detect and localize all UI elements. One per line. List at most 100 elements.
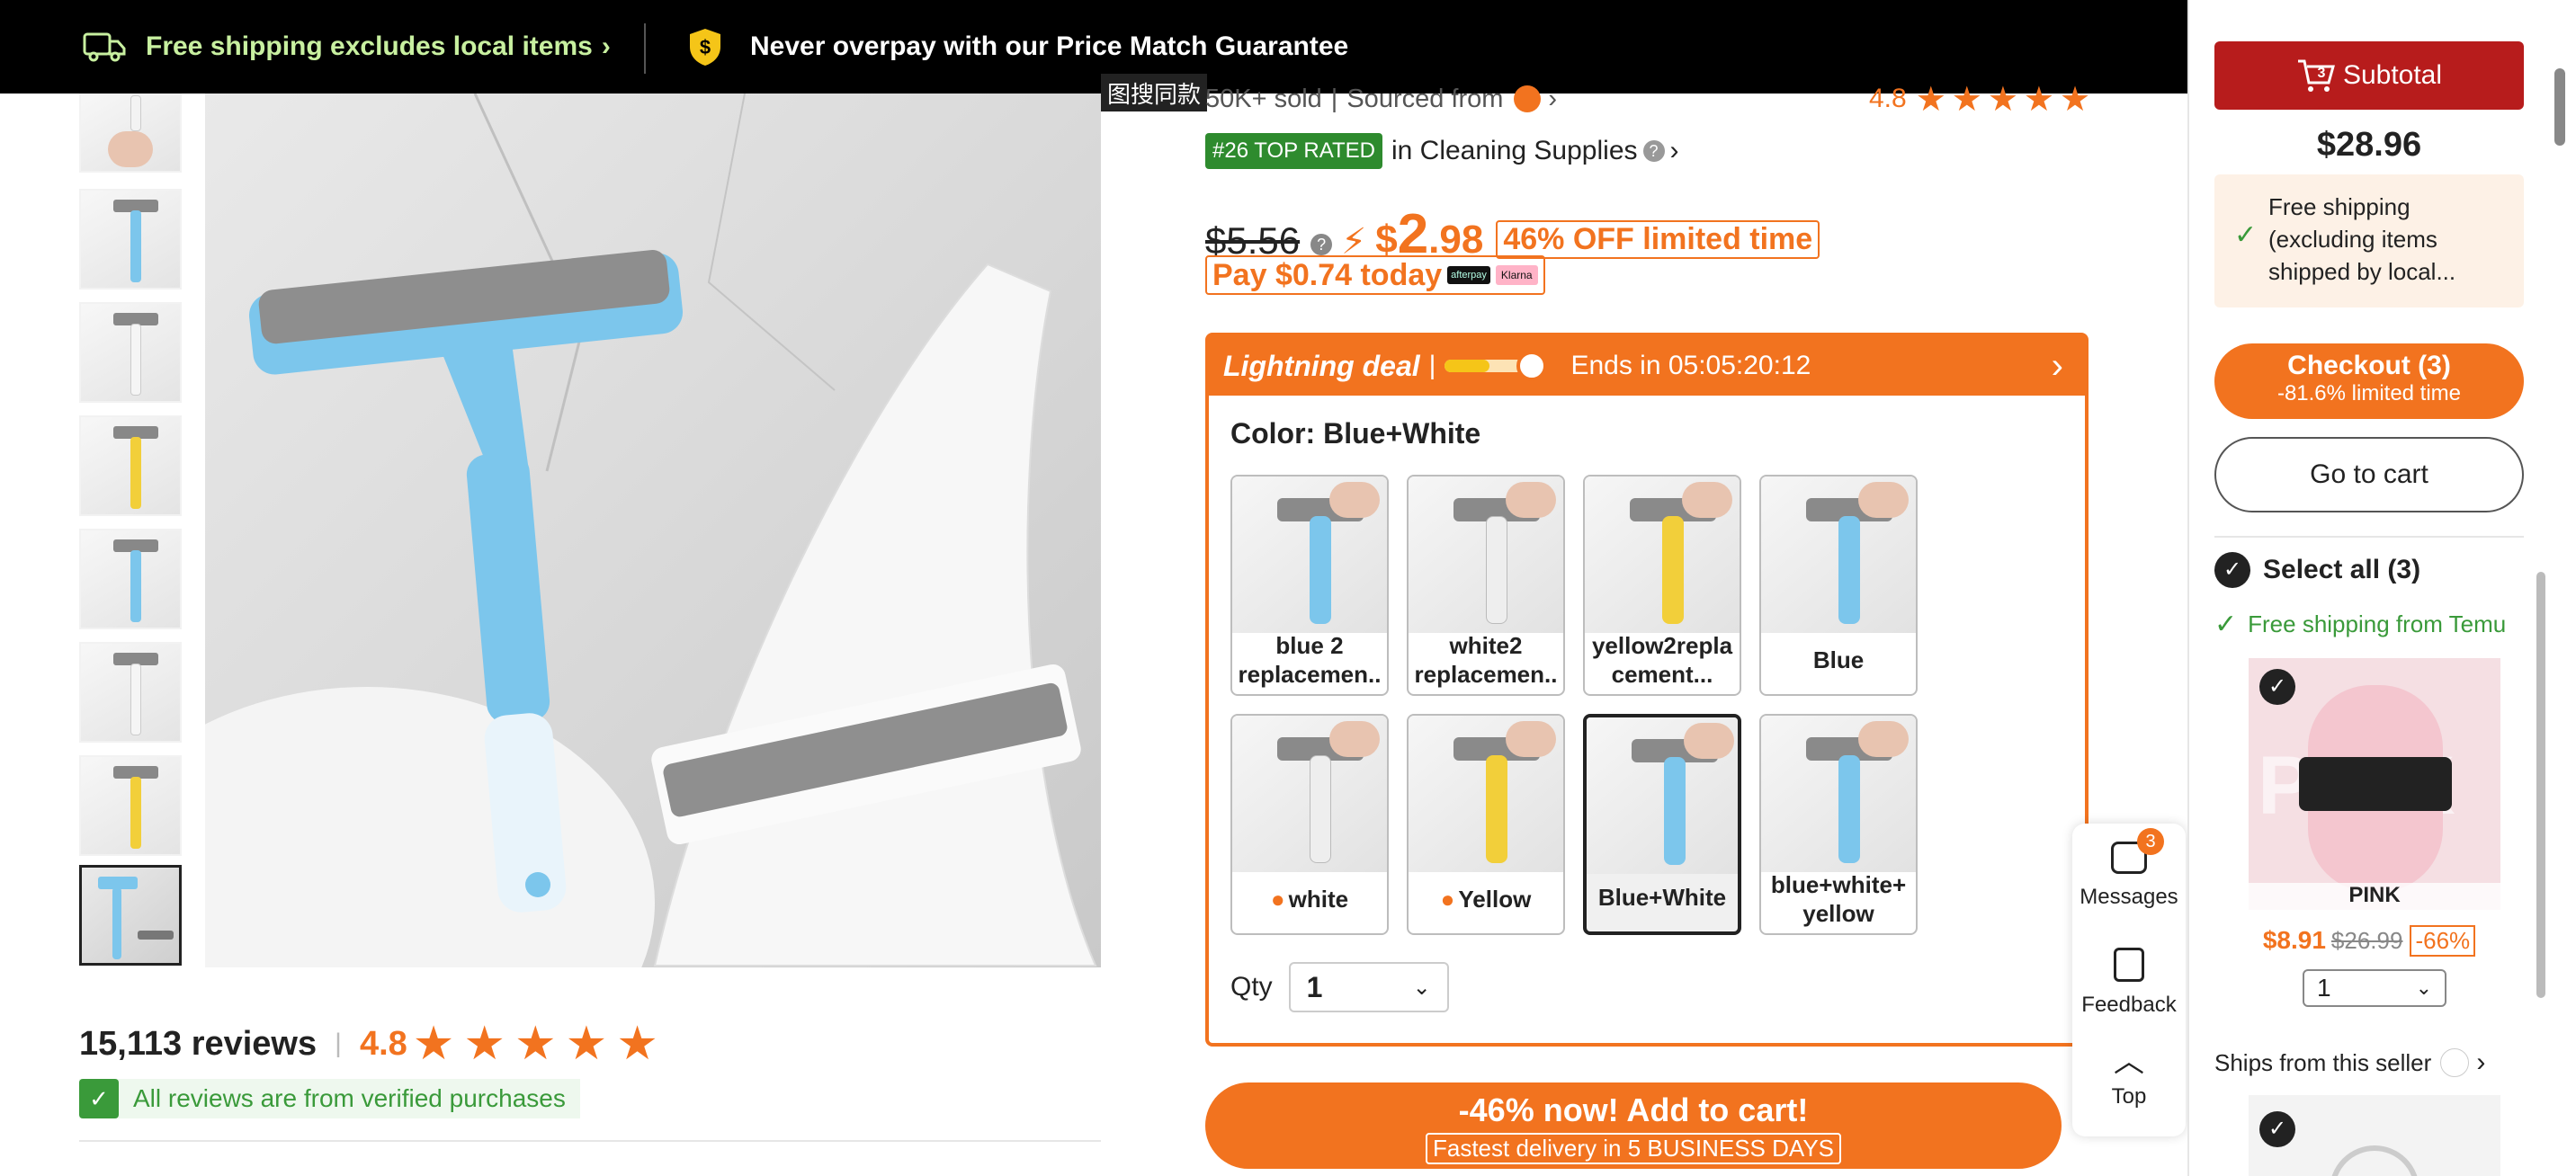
color-option-image: [1232, 716, 1387, 872]
product-rating[interactable]: 4.8 ★★★★★: [1869, 81, 2096, 119]
color-option-text: Yellow: [1458, 886, 1532, 913]
thumbnail-8-selected[interactable]: [79, 865, 182, 966]
chevron-right-icon: ›: [2476, 1047, 2486, 1077]
qty-select[interactable]: 1 ⌄: [1288, 962, 1449, 1012]
color-option-text: yellow2repla cement...: [1591, 632, 1733, 688]
thumbnail-1[interactable]: [79, 94, 182, 173]
star-rating-icons: ★★★★★: [412, 1018, 667, 1070]
price-match-banner-link[interactable]: $ Never overpay with our Price Match Gua…: [687, 0, 1348, 94]
free-shipping-from-text: Free shipping from Temu: [2248, 610, 2507, 637]
free-shipping-banner-link[interactable]: Free shipping excludes local items ›: [83, 0, 611, 94]
reviews-count: 15,113 reviews: [79, 1024, 318, 1063]
select-all-checkbox[interactable]: ✓ Select all (3): [2214, 550, 2420, 590]
go-to-cart-button[interactable]: Go to cart: [2214, 437, 2524, 512]
cart-item-2-image[interactable]: ✓: [2249, 1095, 2500, 1176]
color-option-image: [1587, 717, 1738, 874]
color-label: Color: Blue+White: [1230, 417, 1480, 450]
chevron-right-icon[interactable]: ›: [1548, 85, 1557, 114]
main-product-image[interactable]: [205, 94, 1101, 967]
help-icon[interactable]: ?: [1310, 234, 1333, 255]
color-option-1[interactable]: white2 replacemen..: [1407, 475, 1565, 696]
floating-tools: 3 Messages Feedback ︿ Top: [2072, 824, 2186, 1136]
help-icon[interactable]: ?: [1642, 140, 1665, 162]
thumbnail-3[interactable]: [79, 302, 182, 403]
price-match-text: Never overpay with our Price Match Guara…: [750, 31, 1349, 61]
rating-value: 4.8: [1869, 84, 1907, 113]
thumbnail-7[interactable]: [79, 755, 182, 856]
image-search-tooltip[interactable]: 图搜同款: [1101, 74, 1207, 111]
chevron-up-icon: ︿: [2114, 1045, 2144, 1079]
cart-item-qty: 1: [2317, 974, 2331, 1002]
sidebar-scrollbar-thumb[interactable]: [2554, 68, 2565, 146]
cart-item-label: PINK: [2249, 883, 2500, 910]
color-option-label: white2 replacemen..: [1412, 629, 1560, 690]
sold-count: 50K+ sold: [1205, 84, 1322, 113]
color-option-image: [1761, 716, 1916, 872]
color-option-0[interactable]: blue 2 replacemen..: [1230, 475, 1389, 696]
thumbnail-5[interactable]: [79, 529, 182, 629]
color-option-text: blue 2 replacemen..: [1238, 632, 1382, 688]
squeegee-illustration: [205, 94, 1097, 967]
reviews-summary[interactable]: 15,113 reviews | 4.8 ★★★★★: [79, 1018, 667, 1070]
messages-button[interactable]: 3 Messages: [2072, 828, 2186, 910]
verified-shield-icon: ✓: [79, 1079, 119, 1118]
color-option-4[interactable]: ● white: [1230, 714, 1389, 935]
color-option-label: ● white: [1236, 869, 1383, 930]
deal-progress-bar: [1445, 351, 1548, 381]
sold-line: 50K+ sold | Sourced from ›: [1205, 84, 1558, 114]
rank-line[interactable]: #26 TOP RATED in Cleaning Supplies ? ›: [1205, 131, 1679, 171]
color-option-6[interactable]: Blue+White: [1583, 714, 1741, 935]
verified-text: All reviews are from verified purchases: [133, 1084, 566, 1112]
thumbnail-2[interactable]: [79, 189, 182, 290]
color-option-3[interactable]: Blue: [1759, 475, 1918, 696]
color-option-5[interactable]: ● Yellow: [1407, 714, 1565, 935]
subtotal-label: Subtotal: [2342, 60, 2443, 90]
cart-divider: [2214, 536, 2524, 538]
checkout-button[interactable]: Checkout (3) -81.6% limited time: [2214, 343, 2524, 419]
checkout-sub: -81.6% limited time: [2276, 381, 2462, 405]
color-label-text: Color:: [1230, 417, 1316, 450]
lightning-deal-title: Lightning deal: [1223, 349, 1420, 382]
shield-dollar-icon: $: [690, 29, 720, 66]
afterpay-logo: afterpay: [1447, 266, 1490, 284]
color-option-image: [1409, 716, 1563, 872]
seller-badge-icon[interactable]: [1514, 85, 1542, 112]
truck-icon: [83, 32, 126, 62]
back-to-top-button[interactable]: ︿ Top: [2072, 1045, 2186, 1109]
checkbox-checked-icon: ✓: [2214, 552, 2250, 588]
ships-from-seller[interactable]: Ships from this seller ›: [2214, 1045, 2485, 1081]
thumbnail-6[interactable]: [79, 642, 182, 743]
color-option-text: Blue: [1812, 646, 1865, 673]
check-icon: ✓: [2214, 609, 2238, 639]
chevron-right-icon[interactable]: ›: [1670, 136, 1679, 166]
color-option-label: yellow2repla cement...: [1588, 629, 1736, 690]
lightning-deal-box: Lightning deal | Ends in 05:05:20:12 › C…: [1205, 333, 2089, 1047]
deal-end-timer: Ends in 05:05:20:12: [1570, 351, 1811, 380]
messages-label: Messages: [2080, 885, 2178, 909]
cart-list-scrollbar[interactable]: [2536, 572, 2545, 998]
flame-icon: ●: [1270, 886, 1285, 913]
cart-item-old-price: $26.99: [2330, 926, 2403, 954]
color-option-label: Blue: [1765, 629, 1912, 690]
cart-icon: 3: [2297, 59, 2335, 92]
chevron-down-icon: ⌄: [2415, 976, 2432, 999]
checkbox-checked-icon[interactable]: ✓: [2259, 1111, 2295, 1147]
checkbox-checked-icon[interactable]: ✓: [2259, 669, 2295, 705]
svg-text:3: 3: [2318, 66, 2326, 81]
thumbnail-4[interactable]: [79, 415, 182, 516]
color-option-text: Blue+White: [1597, 884, 1727, 911]
chevron-right-icon: ›: [601, 31, 611, 61]
add-to-cart-button[interactable]: -46% now! Add to cart! Fastest delivery …: [1205, 1082, 2062, 1169]
checkout-label: Checkout (3): [2287, 351, 2451, 380]
cart-item-image[interactable]: PINK ✓ PINK: [2249, 658, 2500, 910]
color-option-2[interactable]: yellow2repla cement...: [1583, 475, 1741, 696]
chevron-right-icon[interactable]: ›: [2052, 346, 2063, 387]
subtotal-amount: $28.96: [2316, 126, 2422, 164]
add-to-cart-label: -46% now! Add to cart!: [1458, 1091, 1809, 1128]
cart-item-qty-select[interactable]: 1 ⌄: [2303, 969, 2446, 1007]
pay-today-box[interactable]: Pay $0.74 today afterpay Klarna: [1205, 255, 1545, 295]
clock-icon: [1516, 351, 1548, 381]
lightning-deal-header[interactable]: Lightning deal | Ends in 05:05:20:12 ›: [1209, 336, 2085, 396]
feedback-button[interactable]: Feedback: [2072, 948, 2186, 1018]
color-option-7[interactable]: blue+white+ yellow: [1759, 714, 1918, 935]
